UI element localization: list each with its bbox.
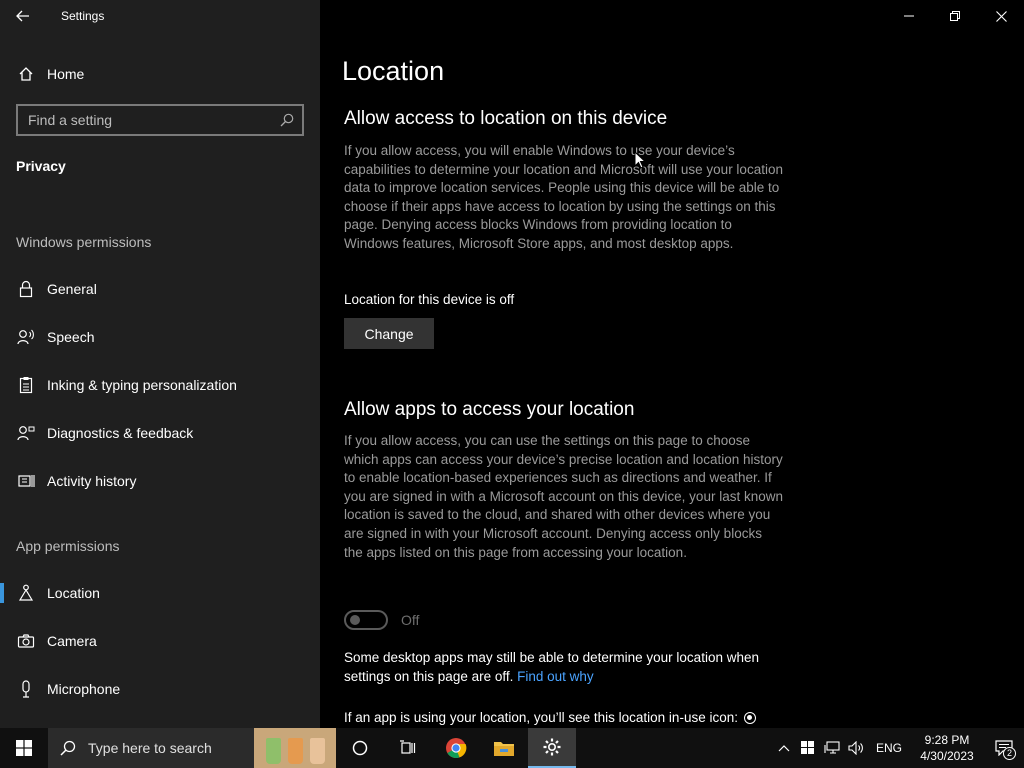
device-location-description: If you allow access, you will enable Win… xyxy=(344,143,783,251)
start-button[interactable] xyxy=(0,728,48,768)
title-bar: Settings xyxy=(0,0,320,32)
sidebar-item-location[interactable]: Location xyxy=(0,573,320,613)
sidebar-item-label: Diagnostics & feedback xyxy=(47,425,194,441)
cortana-button[interactable] xyxy=(336,728,384,768)
location-in-use-text: If an app is using your location, you’ll… xyxy=(344,710,738,725)
taskbar: Type here to search ENG 9:28 PM 4/30/202… xyxy=(0,728,1024,768)
sidebar-item-label: Microphone xyxy=(47,681,121,697)
app-title: Settings xyxy=(61,9,105,23)
security-tray-button[interactable] xyxy=(796,728,820,768)
windows-security-icon xyxy=(800,741,814,754)
volume-icon xyxy=(848,741,863,755)
system-tray: ENG 9:28 PM 4/30/2023 2 xyxy=(772,728,1024,768)
people-feedback-icon xyxy=(16,423,36,443)
back-arrow-icon xyxy=(16,10,29,22)
sidebar-item-label: Inking & typing personalization xyxy=(47,377,237,393)
restore-icon xyxy=(950,11,960,21)
task-view-button[interactable] xyxy=(384,728,432,768)
taskbar-search-box[interactable]: Type here to search xyxy=(48,728,336,768)
app-permissions-label: App permissions xyxy=(16,538,120,554)
task-view-icon xyxy=(400,740,416,754)
home-nav-item[interactable]: Home xyxy=(0,56,320,92)
page-title: Location xyxy=(342,56,445,86)
show-hidden-icons-button[interactable] xyxy=(772,728,796,768)
sidebar-item-diagnostics[interactable]: Diagnostics & feedback xyxy=(0,413,320,453)
clock-date: 4/30/2023 xyxy=(920,749,974,763)
minimize-button[interactable] xyxy=(886,0,932,32)
lock-icon xyxy=(16,279,36,299)
toggle-knob xyxy=(350,615,360,625)
taskbar-search-placeholder: Type here to search xyxy=(88,740,212,756)
mouse-cursor-icon xyxy=(634,151,646,169)
sidebar-item-label: Location xyxy=(47,585,100,601)
network-icon xyxy=(824,741,840,754)
windows-logo-icon xyxy=(16,740,32,756)
back-button[interactable] xyxy=(0,0,46,32)
search-icon xyxy=(60,740,76,756)
settings-taskbar-button[interactable] xyxy=(528,728,576,768)
home-label: Home xyxy=(47,66,85,82)
find-setting-search-box[interactable] xyxy=(16,104,304,136)
notification-count-badge: 2 xyxy=(1003,747,1016,760)
sidebar-item-label: Camera xyxy=(47,633,97,649)
window-controls xyxy=(886,0,1024,32)
windows-permissions-label: Windows permissions xyxy=(16,234,152,250)
chrome-taskbar-button[interactable] xyxy=(432,728,480,768)
cortana-icon xyxy=(352,740,368,756)
clipboard-icon xyxy=(16,375,36,395)
close-icon xyxy=(995,10,1007,22)
network-tray-button[interactable] xyxy=(820,728,844,768)
taskbar-clock[interactable]: 9:28 PM 4/30/2023 xyxy=(910,732,984,764)
location-in-use-note: If an app is using your location, you’ll… xyxy=(344,710,756,725)
search-icon xyxy=(280,113,294,127)
microphone-icon xyxy=(16,679,36,699)
sidebar-item-microphone[interactable]: Microphone xyxy=(0,669,320,709)
speech-icon xyxy=(16,327,36,347)
settings-icon xyxy=(543,738,561,756)
camera-icon xyxy=(16,631,36,651)
device-location-heading: Allow access to location on this device xyxy=(344,108,668,129)
app-location-description: If you allow access, you can use the set… xyxy=(344,433,783,560)
clock-time: 9:28 PM xyxy=(924,733,970,747)
close-button[interactable] xyxy=(978,0,1024,32)
sidebar-item-label: General xyxy=(47,281,97,297)
device-location-status: Location for this device is off xyxy=(344,292,515,307)
privacy-section-title: Privacy xyxy=(16,158,66,174)
sidebar-item-label: Speech xyxy=(47,329,95,345)
sidebar-item-speech[interactable]: Speech xyxy=(0,317,320,357)
sidebar-item-label: Activity history xyxy=(47,473,137,489)
find-setting-input[interactable] xyxy=(28,112,268,128)
sidebar-item-camera[interactable]: Camera xyxy=(0,621,320,661)
location-in-use-icon xyxy=(743,711,756,724)
sidebar-item-general[interactable]: General xyxy=(0,269,320,309)
chrome-icon xyxy=(446,738,467,759)
restore-button[interactable] xyxy=(932,0,978,32)
toggle-state-label: Off xyxy=(401,612,420,628)
minimize-icon xyxy=(904,15,914,17)
sidebar-item-inking-typing[interactable]: Inking & typing personalization xyxy=(0,365,320,405)
home-icon xyxy=(16,64,36,84)
app-location-heading: Allow apps to access your location xyxy=(344,399,635,420)
desktop-apps-note: Some desktop apps may still be able to d… xyxy=(344,649,794,686)
sidebar: Settings Home Privacy Windows permission… xyxy=(0,0,320,728)
input-language-indicator[interactable]: ENG xyxy=(876,741,902,755)
app-location-toggle-row: Off xyxy=(344,610,419,630)
file-explorer-taskbar-button[interactable] xyxy=(480,728,528,768)
sidebar-item-activity-history[interactable]: Activity history xyxy=(0,461,320,501)
search-highlight-drinks-image xyxy=(254,728,336,768)
find-out-why-link[interactable]: Find out why xyxy=(517,669,594,684)
change-button[interactable]: Change xyxy=(344,318,434,349)
location-icon xyxy=(16,583,36,603)
volume-tray-button[interactable] xyxy=(844,728,868,768)
main-content: Location Allow access to location on thi… xyxy=(320,0,1024,728)
file-explorer-icon xyxy=(494,742,514,756)
activity-history-icon xyxy=(16,471,36,491)
app-location-toggle[interactable] xyxy=(344,610,388,630)
action-center-button[interactable]: 2 xyxy=(984,728,1024,768)
chevron-up-icon xyxy=(778,745,790,752)
